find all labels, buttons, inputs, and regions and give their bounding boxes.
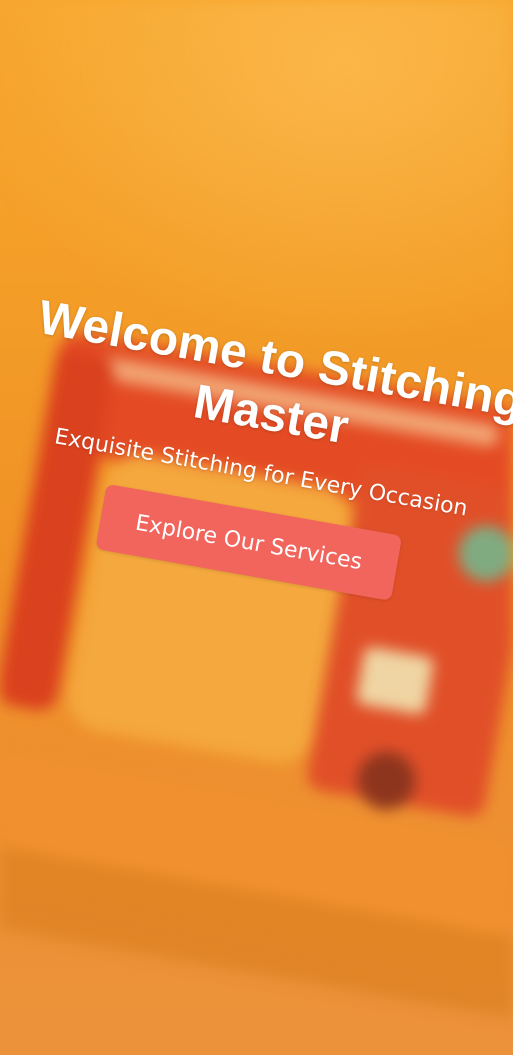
hero-section: Welcome to Stitching Master Exquisite St… xyxy=(0,0,513,1055)
